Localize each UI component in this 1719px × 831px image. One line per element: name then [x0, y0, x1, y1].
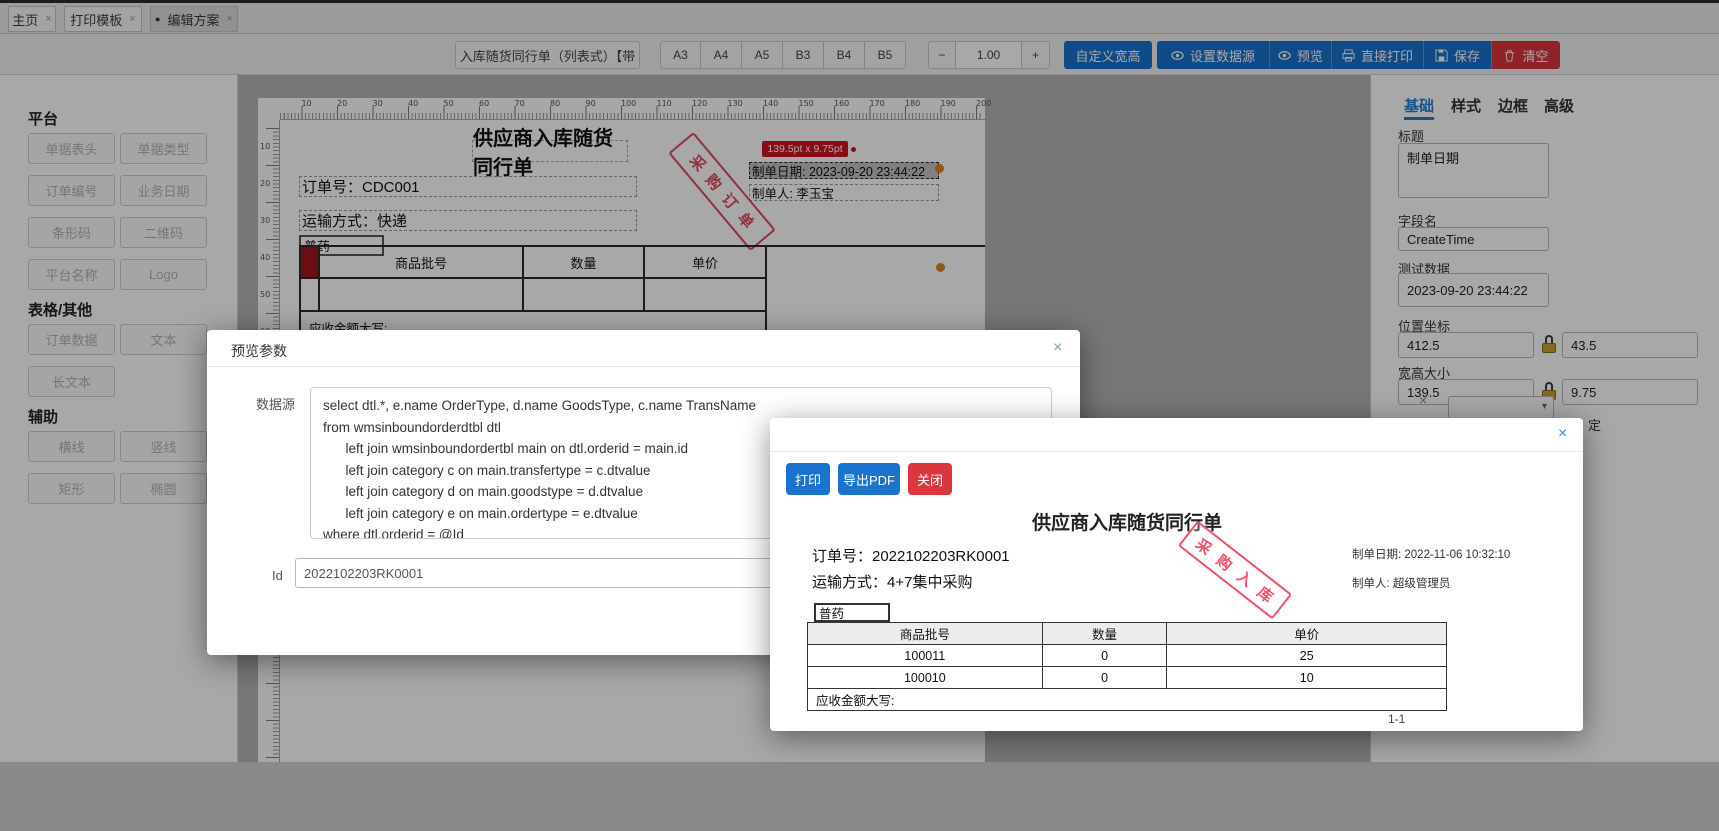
- preview-maker: 制单人: 超级管理员: [1352, 578, 1451, 590]
- modal-header-divider: [770, 451, 1583, 452]
- close-preview-button[interactable]: 关闭: [908, 463, 952, 495]
- export-pdf-button[interactable]: 导出PDF: [838, 463, 900, 495]
- cell-batch: 100011: [807, 644, 1043, 667]
- preview-doc-title: 供应商入库随货同行单: [1031, 513, 1222, 534]
- cell-price: 25: [1166, 644, 1447, 667]
- preview-order-no: 订单号：2022102203RK0001: [812, 548, 1010, 565]
- preview-table-header: 数量: [1041, 622, 1168, 645]
- preview-table-header: 单价: [1166, 622, 1447, 645]
- preview-table: 商品批号 数量 单价 100011 0 25 100010 0 10 应收金额大…: [807, 622, 1447, 711]
- id-label: Id: [272, 568, 283, 583]
- table-row: 100010 0 10: [807, 666, 1447, 689]
- close-icon[interactable]: ×: [1558, 426, 1567, 442]
- preview-stamp: 采购入库: [1177, 520, 1293, 620]
- preview-transport: 运输方式：4+7集中采购: [812, 574, 973, 591]
- preview-make-date: 制单日期: 2022-11-06 10:32:10: [1352, 549, 1511, 561]
- modal-header-divider: [207, 366, 1080, 367]
- cell-qty: 0: [1041, 644, 1168, 667]
- preview-category-box: 普药: [814, 603, 890, 622]
- page-indicator: 1-1: [1388, 712, 1406, 726]
- app: 主页 × 打印模板 × ● 编辑方案 × 入库随货同行单（列表式）【带 A3 A…: [0, 0, 1719, 831]
- cell-price: 10: [1166, 666, 1447, 689]
- modal-title: 预览参数: [231, 343, 287, 359]
- cell-qty: 0: [1041, 666, 1168, 689]
- table-row: 100011 0 25: [807, 644, 1447, 667]
- preview-table-header: 商品批号: [807, 622, 1043, 645]
- datasource-label: 数据源: [256, 397, 296, 412]
- close-icon[interactable]: ×: [1053, 340, 1062, 356]
- preview-table-footer: 应收金额大写:: [807, 688, 1447, 711]
- print-button[interactable]: 打印: [786, 463, 830, 495]
- cell-batch: 100010: [807, 666, 1043, 689]
- print-preview-modal: × 打印 导出PDF 关闭 供应商入库随货同行单 订单号：2022102203R…: [770, 418, 1583, 731]
